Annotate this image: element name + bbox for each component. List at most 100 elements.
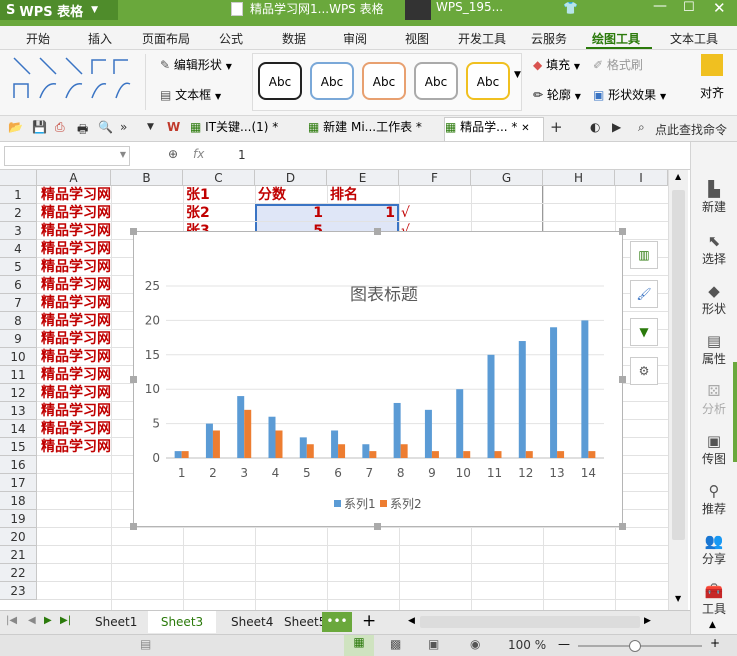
- resize-handle-bottom[interactable]: [374, 523, 381, 530]
- row-header[interactable]: 21: [0, 546, 37, 564]
- column-header-b[interactable]: B: [111, 170, 183, 186]
- sidebar-upload-image[interactable]: ▣ 传图: [691, 432, 737, 467]
- add-sheet-button[interactable]: +: [362, 611, 376, 631]
- document-tab-3-active[interactable]: ▦ 精品学... * ✕: [444, 117, 544, 141]
- row-header[interactable]: 14: [0, 420, 37, 438]
- chevron-down-icon[interactable]: ▼: [147, 122, 154, 132]
- connector-shapes-icon[interactable]: [10, 54, 140, 106]
- last-sheet-icon[interactable]: ▶|: [60, 615, 71, 626]
- menu-page-layout[interactable]: 页面布局: [142, 30, 190, 47]
- document-tab-1[interactable]: ▦ IT关键...(1) *: [190, 118, 294, 140]
- row-header[interactable]: 9: [0, 330, 37, 348]
- cell-a[interactable]: 精品学习网: [41, 294, 111, 312]
- share-icon[interactable]: ▶: [612, 120, 621, 134]
- bar-series1[interactable]: [581, 320, 589, 458]
- cell-a[interactable]: 精品学习网: [41, 330, 111, 348]
- row-header[interactable]: 23: [0, 582, 37, 600]
- resize-handle-bl[interactable]: [130, 523, 137, 530]
- bar-series2[interactable]: [431, 451, 439, 458]
- row-header[interactable]: 10: [0, 348, 37, 366]
- row-header[interactable]: 16: [0, 456, 37, 474]
- bar-series2[interactable]: [369, 451, 377, 458]
- sidebar-collapse-icon[interactable]: ▲: [709, 620, 716, 630]
- row-header[interactable]: 18: [0, 492, 37, 510]
- page-icon[interactable]: ▤: [140, 637, 151, 651]
- maximize-button[interactable]: ☐: [683, 0, 695, 15]
- bar-series1[interactable]: [518, 341, 526, 458]
- more-icon[interactable]: »: [120, 120, 127, 134]
- sheet-tab-active[interactable]: Sheet3: [148, 611, 216, 633]
- document-tab-2[interactable]: ▦ 新建 Mi...工作表 *: [308, 118, 442, 140]
- cell-a[interactable]: 精品学习网: [41, 402, 111, 420]
- page-break-view-icon[interactable]: ▩: [390, 637, 401, 651]
- bar-series1[interactable]: [174, 451, 182, 458]
- chart-elements-button[interactable]: ▥: [630, 241, 658, 269]
- bar-series2[interactable]: [588, 451, 596, 458]
- scroll-up-icon[interactable]: ▲: [675, 172, 681, 181]
- row-header[interactable]: 15: [0, 438, 37, 456]
- next-sheet-icon[interactable]: ▶: [44, 615, 52, 626]
- bar-series2[interactable]: [212, 430, 220, 458]
- sidebar-new[interactable]: ▙ 新建: [691, 180, 737, 215]
- column-header-e[interactable]: E: [327, 170, 399, 186]
- chart-title[interactable]: 图表标题: [350, 285, 418, 305]
- resize-handle-right[interactable]: [619, 376, 626, 383]
- sidebar-shape[interactable]: ◆ 形状: [691, 282, 737, 317]
- row-header[interactable]: 11: [0, 366, 37, 384]
- hscroll-left-icon[interactable]: ◀: [408, 616, 415, 626]
- column-header-i[interactable]: I: [615, 170, 668, 186]
- bar-series2[interactable]: [338, 444, 346, 458]
- row-header[interactable]: 1: [0, 186, 37, 204]
- shape-style-black[interactable]: Abc: [258, 62, 302, 100]
- chart-filter-button[interactable]: ▼: [630, 318, 658, 346]
- zoom-formula-icon[interactable]: ⊕: [168, 147, 178, 161]
- sheet-tab[interactable]: Sheet4: [231, 615, 273, 629]
- cell-a[interactable]: 精品学习网: [41, 438, 111, 456]
- chart-legend[interactable]: 系列1 系列2: [334, 497, 422, 511]
- shape-style-yellow[interactable]: Abc: [466, 62, 510, 100]
- cell-a[interactable]: 精品学习网: [41, 276, 111, 294]
- open-folder-icon[interactable]: 📂: [8, 120, 23, 134]
- hscroll-right-icon[interactable]: ▶: [644, 616, 651, 626]
- cell-a[interactable]: 精品学习网: [41, 312, 111, 330]
- formula-value[interactable]: 1: [238, 148, 246, 162]
- user-name[interactable]: WPS_195...: [436, 0, 503, 14]
- scroll-thumb[interactable]: [672, 190, 685, 540]
- column-header-f[interactable]: F: [399, 170, 471, 186]
- align-button[interactable]: 对齐: [690, 54, 734, 101]
- cell-a[interactable]: 精品学习网: [41, 348, 111, 366]
- chart-style-button[interactable]: 🖌: [630, 280, 658, 308]
- bar-series1[interactable]: [362, 444, 370, 458]
- first-sheet-icon[interactable]: |◀: [6, 615, 17, 626]
- chart-settings-button[interactable]: ⚙: [630, 357, 658, 385]
- sheet-tab[interactable]: Sheet1: [95, 615, 137, 629]
- cell-a[interactable]: 精品学习网: [41, 366, 111, 384]
- close-button[interactable]: ✕: [713, 0, 726, 17]
- bar-series2[interactable]: [275, 430, 283, 458]
- zoom-slider-thumb[interactable]: [629, 640, 641, 652]
- column-header-d[interactable]: D: [255, 170, 327, 186]
- name-box[interactable]: ▼: [4, 146, 130, 166]
- chart[interactable]: 图表标题 1 2 3 4 5 6 7 8 9 10 11 12 13 14 0 5 10 15 20 25 系列1 …: [130, 228, 626, 530]
- row-header[interactable]: 6: [0, 276, 37, 294]
- row-header[interactable]: 19: [0, 510, 37, 528]
- menu-cloud[interactable]: 云服务: [531, 30, 567, 47]
- cell-a[interactable]: 精品学习网: [41, 240, 111, 258]
- menu-formula[interactable]: 公式: [219, 30, 243, 47]
- minimize-button[interactable]: —: [653, 0, 667, 14]
- row-header[interactable]: 5: [0, 258, 37, 276]
- sidebar-recommend[interactable]: ⚲ 推荐: [691, 482, 737, 517]
- cell-a[interactable]: 精品学习网: [41, 258, 111, 276]
- row-header[interactable]: 22: [0, 564, 37, 582]
- print-preview-icon[interactable]: 🔍: [98, 120, 113, 134]
- prev-sheet-icon[interactable]: ◀: [28, 615, 36, 626]
- menu-developer[interactable]: 开发工具: [458, 30, 506, 47]
- bar-series1[interactable]: [393, 402, 401, 458]
- pdf-icon[interactable]: ⎙: [55, 120, 65, 135]
- avatar[interactable]: [405, 0, 431, 20]
- bar-series1[interactable]: [299, 437, 307, 458]
- menu-view[interactable]: 视图: [405, 30, 429, 47]
- column-header-c[interactable]: C: [183, 170, 255, 186]
- bar-series2[interactable]: [244, 409, 252, 458]
- shape-effects-button[interactable]: ▣ 形状效果 ▼: [593, 86, 666, 103]
